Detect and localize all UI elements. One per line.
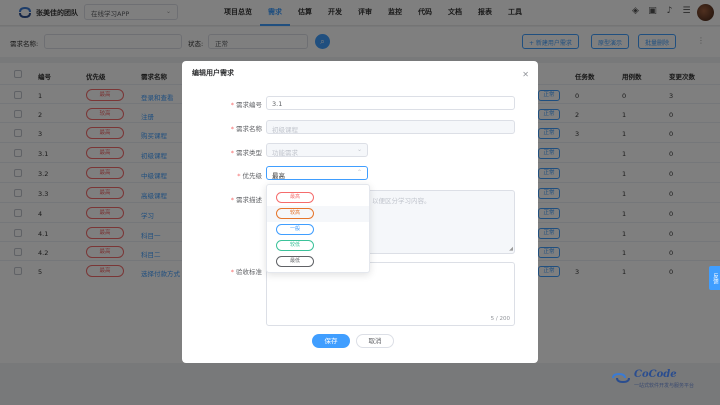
brand-tagline: 一站式软件开发与服务平台 <box>634 383 695 389</box>
chevron-up-icon: ⌃ <box>356 169 362 176</box>
description-label: * 需求描述 <box>230 196 262 204</box>
resize-handle-icon[interactable]: ◢ <box>509 246 513 252</box>
name-label: * 需求名称 <box>230 125 262 133</box>
priority-option-label: 一般 <box>276 224 314 235</box>
priority-option-label: 较高 <box>276 208 314 219</box>
dialog-title: 编辑用户需求 <box>192 69 234 77</box>
priority-option-high[interactable]: 较高 <box>267 206 369 222</box>
acceptance-label: * 验收标准 <box>230 268 262 276</box>
feedback-tab[interactable]: 反馈 <box>709 266 720 290</box>
brand-name: CoCode <box>634 369 677 380</box>
id-label: * 需求编号 <box>230 101 262 109</box>
chevron-down-icon: ⌄ <box>356 146 362 153</box>
priority-option-highest[interactable]: 最高 <box>267 190 369 206</box>
brand-watermark: CoCode 一站式软件开发与服务平台 <box>610 368 710 392</box>
type-label: * 需求类型 <box>230 149 262 157</box>
cancel-button[interactable]: 取消 <box>356 334 394 348</box>
close-icon[interactable]: ✕ <box>522 70 529 79</box>
priority-label: * 优先级 <box>237 172 262 180</box>
cocode-logo-icon <box>612 372 630 384</box>
priority-option-label: 较低 <box>276 240 314 251</box>
priority-select-value: 最高 <box>272 172 285 180</box>
character-counter: 5 / 200 <box>490 316 510 322</box>
priority-option-low[interactable]: 较低 <box>267 238 369 254</box>
description-text: 以便区分学习内容。 <box>372 197 431 205</box>
requirement-name-input[interactable]: 初级课程 <box>266 120 515 134</box>
priority-select[interactable]: 最高 ⌃ <box>266 166 368 180</box>
priority-option-label: 最高 <box>276 192 314 203</box>
requirement-type-select[interactable]: 功能需求 ⌄ <box>266 143 368 157</box>
save-button[interactable]: 保存 <box>312 334 350 348</box>
priority-option-lowest[interactable]: 最低 <box>267 254 369 270</box>
priority-dropdown: 最高 较高 一般 较低 最低 <box>266 184 370 273</box>
priority-option-label: 最低 <box>276 256 314 267</box>
requirement-id-input[interactable]: 3.1 <box>266 96 515 110</box>
type-select-value: 功能需求 <box>272 149 298 157</box>
priority-option-normal[interactable]: 一般 <box>267 222 369 238</box>
